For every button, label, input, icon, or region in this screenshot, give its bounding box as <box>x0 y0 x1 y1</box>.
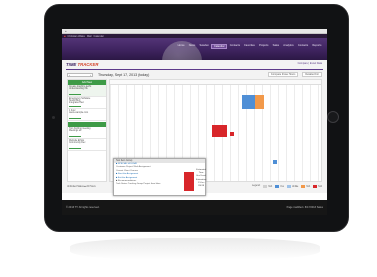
time-block-orange[interactable] <box>255 95 264 109</box>
nav-item[interactable]: News <box>187 44 197 49</box>
grid-header <box>110 80 321 85</box>
main-content: TIME TRACKER Compare | Excel Data ‹ › Th… <box>62 60 327 196</box>
task-item[interactable]: Tom Kuhling meeting Meetings all <box>68 127 106 139</box>
nav-item[interactable]: Reports <box>311 44 323 49</box>
site-footer: © 2013 TT. All rights reserved. Page mod… <box>62 200 327 215</box>
task-item[interactable]: Create Joachim-getSt Understanding the <box>68 85 106 97</box>
filter-select[interactable]: Detailed For <box>302 72 322 77</box>
legend-item: Yes <box>275 185 284 188</box>
date-title: Thursday, Sept 17, 2013 (today) <box>98 72 150 77</box>
nav-item[interactable]: Contacts <box>228 44 241 49</box>
tablet-frame: ● ■ Christian Wales Mail Calendar Home N… <box>44 4 349 232</box>
compare-link[interactable]: Compare | Excel Data <box>298 62 322 65</box>
topbar-item[interactable]: Christian Wales <box>68 35 85 38</box>
progress-bar <box>69 93 81 95</box>
main-nav: Home News Sweden Calendar Contacts Favor… <box>176 44 323 49</box>
site-header: ■ Christian Wales Mail Calendar Home New… <box>62 34 327 81</box>
footer-copyright: © 2013 TT. All rights reserved. <box>66 206 100 209</box>
progress-bar <box>69 117 81 119</box>
camera-icon <box>52 116 55 119</box>
legend-swatch <box>263 185 268 188</box>
legend-bar: Unlimited Status ■ 22 Hours Legend: N/A … <box>67 184 322 189</box>
legend-item-label: N/A <box>318 185 322 188</box>
nav-item[interactable]: Projects <box>257 44 270 49</box>
progress-bar <box>69 105 81 107</box>
nav-item[interactable]: Sales <box>271 44 281 49</box>
nav-item[interactable]: Contacts <box>296 44 309 49</box>
task-label: Website Ethics Community Dev <box>69 140 86 144</box>
legend-item: N/A <box>263 185 272 188</box>
chevron-left-icon[interactable]: ‹ <box>69 73 70 77</box>
legend-swatch <box>286 185 291 188</box>
legend-item-label: Yes <box>280 185 284 188</box>
task-item[interactable]: Website Ethics Community Dev <box>68 139 106 151</box>
time-block-blue[interactable] <box>242 95 255 109</box>
legend-status: Unlimited Status ■ 22 Hours <box>67 185 96 188</box>
divider <box>66 69 323 70</box>
task-label: Emergency Software Studio Bug Integrated… <box>69 98 91 104</box>
legend-item-label: N/A <box>306 185 311 188</box>
top-bar: ■ Christian Wales Mail Calendar <box>62 34 327 38</box>
nav-item[interactable]: Home <box>176 44 186 49</box>
calendar-toolbar: ‹ › Thursday, Sept 17, 2013 (today) Comp… <box>67 72 322 77</box>
item-details-popup[interactable]: Test Item Group ■ SPECIAL HOLIDAY Custom… <box>113 158 206 196</box>
home-button[interactable] <box>327 111 339 123</box>
footer-meta[interactable]: Page modified • 8/17/2013 Sales <box>287 206 323 209</box>
legend-item: N/A <box>301 185 310 188</box>
chevron-right-icon[interactable]: › <box>90 73 91 77</box>
app-logo: TIME TRACKER <box>66 62 98 67</box>
legend-swatch <box>313 185 318 188</box>
tablet-reflection <box>70 238 320 260</box>
task-label: 1 hour www.example.com <box>69 110 89 114</box>
legend-swatch <box>275 185 280 188</box>
time-block-red[interactable] <box>212 125 227 137</box>
legend-item: Unlike <box>286 185 299 188</box>
task-label: Tom Kuhling meeting Meetings all <box>69 128 91 132</box>
tablet-screen: ● ■ Christian Wales Mail Calendar Home N… <box>62 29 327 215</box>
legend-label: Legend: <box>252 185 261 188</box>
time-block-red-small[interactable] <box>230 132 234 136</box>
topbar-item[interactable]: Calendar <box>94 35 104 38</box>
task-list: Add New Create Joachim-getSt Understandi… <box>67 79 107 182</box>
date-navigator[interactable]: ‹ › <box>67 72 93 77</box>
progress-bar <box>69 135 81 137</box>
task-item[interactable]: Emergency Software Studio Bug Integrated… <box>68 97 106 109</box>
legend-item: N/A <box>313 185 322 188</box>
legend-items: Legend: N/A Yes Unlike N/A N/A <box>252 185 322 188</box>
topbar-item[interactable]: Mail <box>87 35 92 38</box>
legend-item-label: Unlike <box>291 185 299 188</box>
logo-accent: TRACKER <box>77 62 99 67</box>
browser-dot-icon: ● <box>65 29 67 33</box>
filter-select[interactable]: Compare those Hours <box>267 72 299 77</box>
time-block-blue-small[interactable] <box>273 160 277 164</box>
task-item[interactable]: 1 hour www.example.com <box>68 109 106 121</box>
nav-item[interactable]: Sweden <box>198 44 211 49</box>
nav-item[interactable]: Analytics <box>282 44 296 49</box>
legend-swatch <box>301 185 306 188</box>
logo-main: TIME <box>66 62 77 67</box>
progress-bar <box>69 147 81 149</box>
legend-item-label: N/A <box>268 185 273 188</box>
nav-item[interactable]: Favorites <box>243 44 257 49</box>
task-label: Create Joachim-getSt Understanding the <box>69 86 92 90</box>
nav-item-active[interactable]: Calendar <box>211 44 228 49</box>
home-icon[interactable]: ■ <box>64 35 66 38</box>
filter-group: Compare those Hours Detailed For <box>267 72 322 77</box>
